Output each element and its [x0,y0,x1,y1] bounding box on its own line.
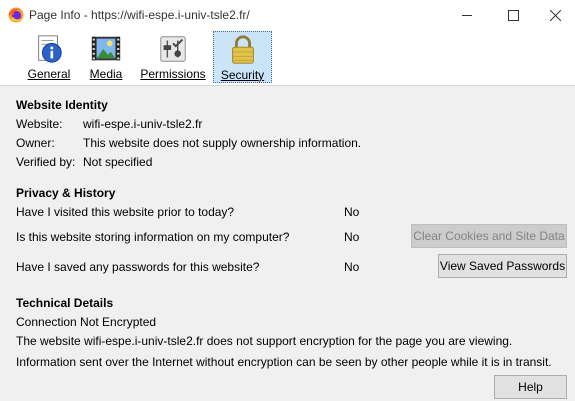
clear-cookies-label: Clear Cookies and Site Data [413,229,565,243]
close-button[interactable] [536,0,575,30]
privacy-history-heading: Privacy & History [16,186,116,200]
tab-permissions[interactable]: Permissions [140,30,206,82]
maximize-icon [507,9,519,21]
tab-toolbar: General Media Permissions Security [0,30,575,86]
verified-by-value: Not specified [83,155,153,169]
view-saved-passwords-label: View Saved Passwords [439,259,566,273]
info-icon [38,35,62,63]
connection-status: Connection Not Encrypted [16,315,157,329]
storing-answer: No [344,230,360,244]
storing-question: Is this website storing information on m… [16,230,290,244]
transit-warning: Information sent over the Internet witho… [16,355,552,369]
tab-general-label: General [27,67,71,81]
visited-question: Have I visited this website prior to tod… [16,205,235,219]
tab-media-label: Media [89,67,123,81]
passwords-answer: No [344,260,360,274]
firefox-icon [8,7,24,23]
close-icon [550,9,561,21]
help-label: Help [518,380,543,394]
website-value: wifi-espe.i-univ-tsle2.fr [83,117,203,131]
tab-general[interactable]: General [26,30,72,82]
tab-permissions-label: Permissions [140,67,206,81]
maximize-button[interactable] [490,0,536,30]
website-label: Website: [16,117,63,131]
website-identity-heading: Website Identity [16,98,108,112]
technical-details-heading: Technical Details [16,296,114,310]
title-bar: Page Info - https://wifi-espe.i-univ-tsl… [0,0,575,30]
minimize-icon [461,14,472,16]
verified-by-label: Verified by: [16,155,76,169]
help-button[interactable]: Help [494,375,567,399]
tab-media[interactable]: Media [85,30,127,82]
owner-label: Owner: [16,136,55,150]
tab-security[interactable]: Security [213,31,272,83]
visited-answer: No [344,205,360,219]
encryption-detail: The website wifi-espe.i-univ-tsle2.fr do… [16,334,513,348]
minimize-button[interactable] [444,0,490,30]
media-icon [91,36,121,61]
clear-cookies-button[interactable]: Clear Cookies and Site Data [411,224,567,248]
passwords-question: Have I saved any passwords for this webs… [16,260,260,274]
tab-security-label: Security [220,68,265,82]
permissions-icon [160,36,186,62]
padlock-icon [231,35,254,64]
view-saved-passwords-button[interactable]: View Saved Passwords [438,254,567,278]
window-title: Page Info - https://wifi-espe.i-univ-tsl… [29,8,250,22]
owner-value: This website does not supply ownership i… [83,136,362,150]
